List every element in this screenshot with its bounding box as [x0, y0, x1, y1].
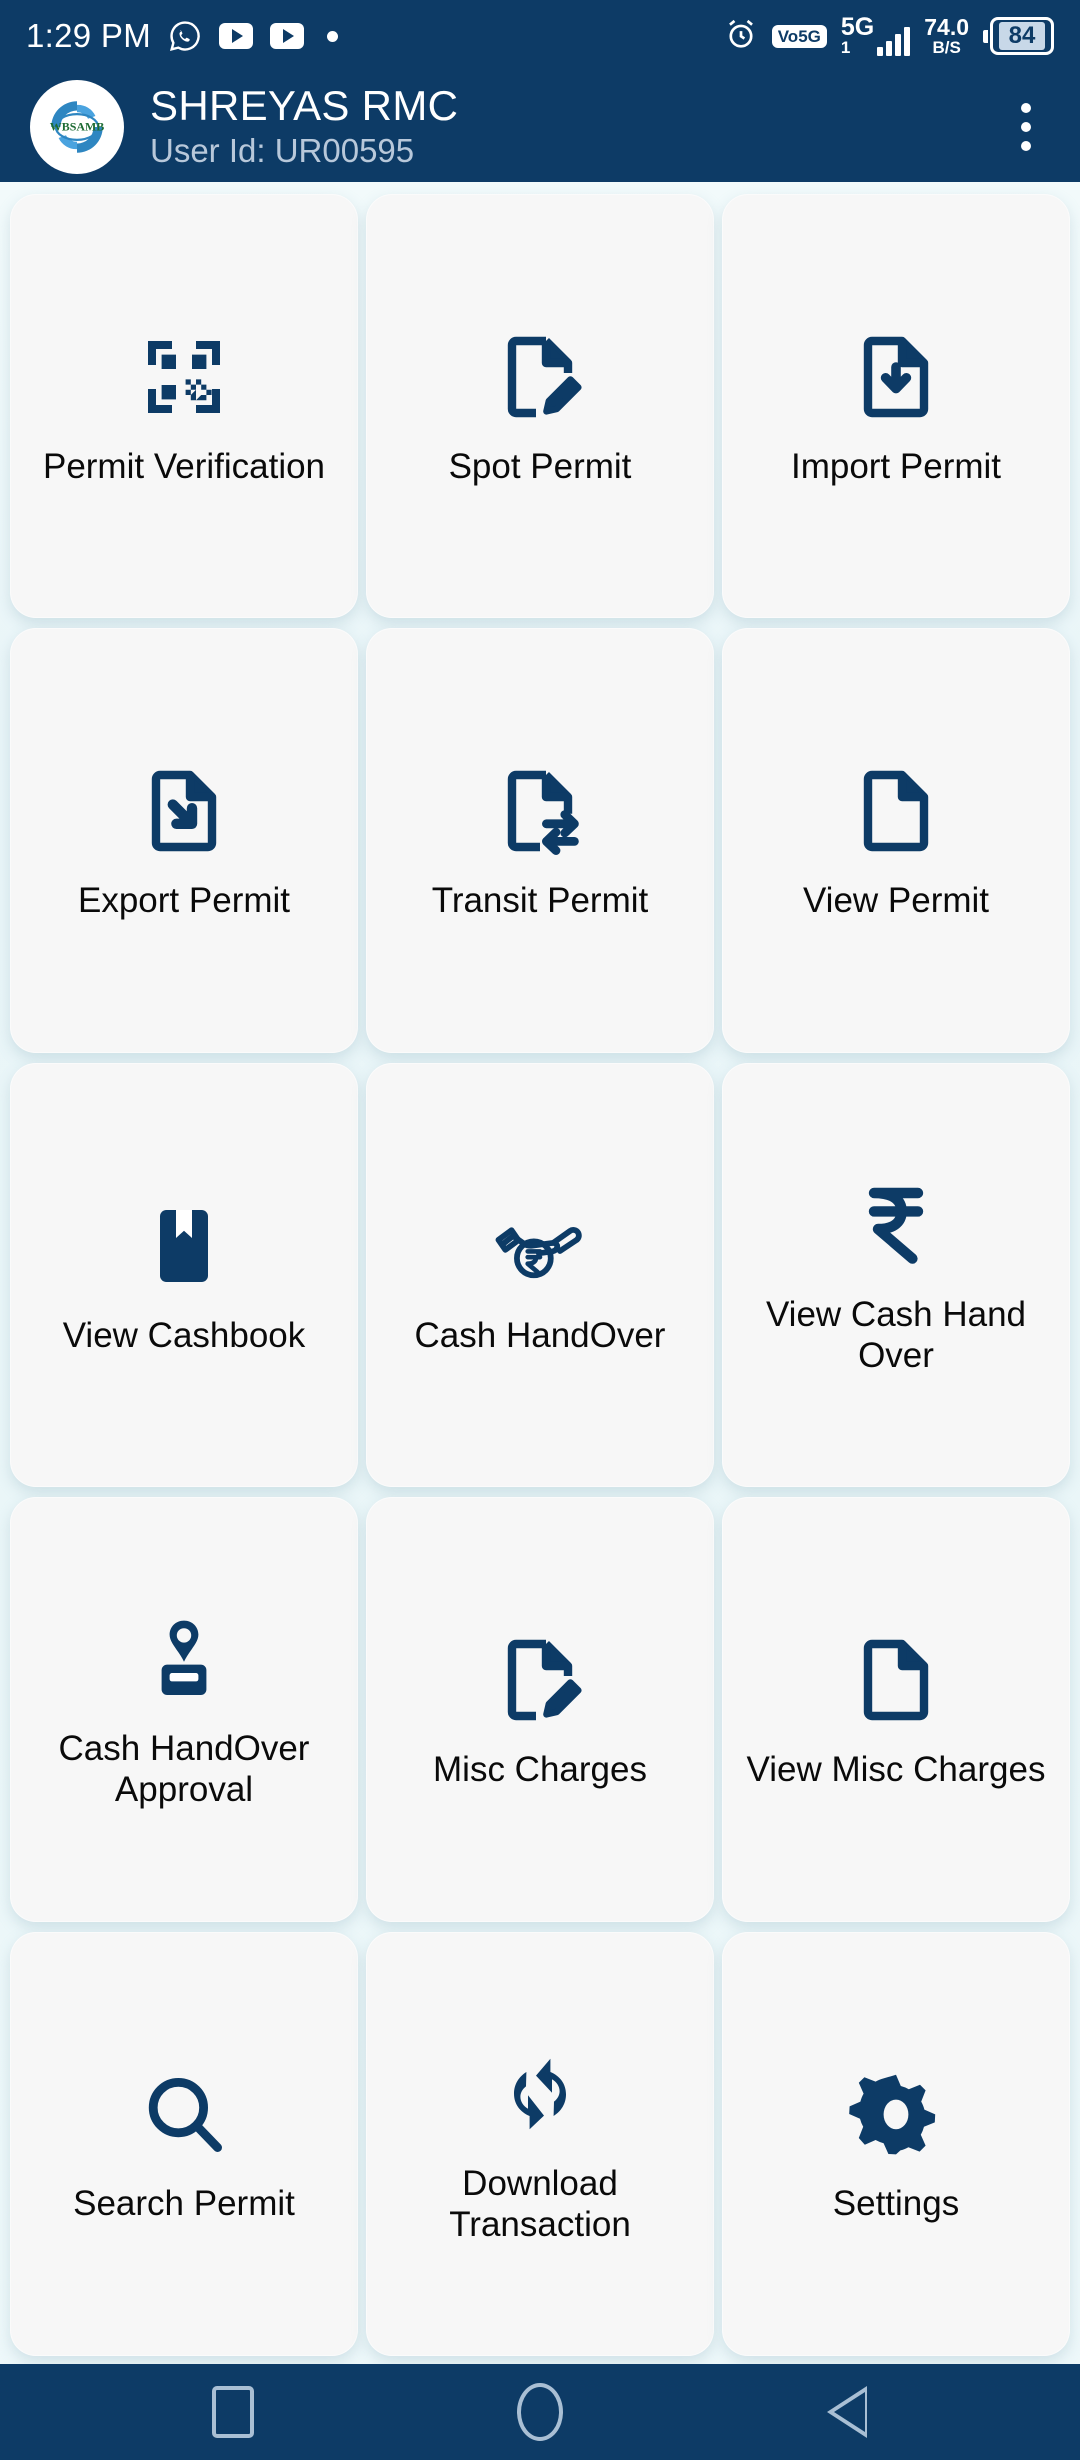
tile-label: View Cash Hand Over: [765, 1295, 1027, 1375]
network-arrow-label: 1: [840, 37, 851, 57]
rupee-icon: [848, 1169, 944, 1281]
tile-label: Export Permit: [78, 881, 290, 921]
app-bar: WBSAMB SHREYAS RMC User Id: UR00595: [0, 72, 1080, 182]
youtube-icon: [219, 23, 253, 49]
app-title-block: SHREYAS RMC User Id: UR00595: [150, 83, 458, 171]
status-bar: 1:29 PM Vo5G 5G 1 74.0 B/S 84: [0, 0, 1080, 72]
document-export-icon: [136, 755, 232, 867]
network-type-label: 5G: [840, 13, 875, 42]
tile-search-permit[interactable]: Search Permit: [10, 1931, 358, 2356]
status-bar-left: 1:29 PM: [26, 17, 338, 55]
alarm-icon: [724, 17, 758, 56]
battery-icon: 84: [983, 17, 1054, 55]
tile-view-permit[interactable]: View Permit: [722, 628, 1070, 1053]
signal-strength-icon: 5G 1: [840, 13, 911, 57]
magnifier-icon: [136, 2058, 232, 2170]
tile-label: Misc Charges: [433, 1749, 647, 1789]
tile-label: Cash HandOver: [414, 1315, 666, 1355]
qr-scan-icon: [136, 321, 232, 433]
sync-arrows-icon: [492, 2038, 588, 2150]
tile-label: Import Permit: [790, 446, 1002, 486]
tile-label: Settings: [832, 2184, 960, 2224]
document-icon: [848, 1624, 944, 1736]
tile-label: View Permit: [802, 881, 990, 921]
network-speed: 74.0 B/S: [924, 13, 969, 58]
youtube-icon: [270, 23, 304, 49]
android-nav-bar: [0, 2364, 1080, 2460]
tile-permit-verification[interactable]: Permit Verification: [10, 194, 358, 619]
home-circle-icon[interactable]: [495, 2367, 585, 2457]
status-time: 1:29 PM: [26, 17, 151, 54]
recents-square-icon[interactable]: [188, 2367, 278, 2457]
document-edit-icon: [492, 1624, 588, 1736]
back-triangle-icon[interactable]: [802, 2367, 892, 2457]
tile-spot-permit[interactable]: Spot Permit: [366, 194, 714, 619]
document-edit-icon: [492, 321, 588, 433]
tile-cash-handover-approval[interactable]: Cash HandOver Approval: [10, 1497, 358, 1922]
page-title: SHREYAS RMC: [150, 82, 459, 130]
tile-label: Cash HandOver Approval: [58, 1729, 310, 1810]
tile-cash-handover[interactable]: Cash HandOver: [366, 1062, 714, 1488]
hand-rupee-coin-icon: [490, 1190, 590, 1302]
kebab-menu-icon[interactable]: [1000, 91, 1052, 163]
gear-icon: [848, 2058, 944, 2170]
network-speed-value: 74.0: [924, 13, 969, 40]
network-speed-unit: B/S: [932, 38, 961, 58]
tile-import-permit[interactable]: Import Permit: [722, 194, 1070, 619]
tile-download-transaction[interactable]: Download Transaction: [366, 1931, 714, 2356]
whatsapp-icon: [168, 19, 202, 53]
tile-label: View Misc Charges: [746, 1749, 1046, 1789]
tile-export-permit[interactable]: Export Permit: [10, 628, 358, 1053]
tile-label: Spot Permit: [448, 446, 632, 486]
tile-label: Search Permit: [73, 2184, 295, 2224]
tile-label: Transit Permit: [431, 881, 649, 921]
document-transfer-icon: [492, 755, 588, 867]
tile-misc-charges[interactable]: Misc Charges: [366, 1497, 714, 1922]
stamp-icon: [136, 1603, 232, 1715]
wbsamb-logo-icon: WBSAMB: [30, 80, 124, 174]
logo-text: WBSAMB: [50, 120, 104, 134]
status-bar-right: Vo5G 5G 1 74.0 B/S 84: [724, 13, 1054, 58]
phone-screen: 1:29 PM Vo5G 5G 1 74.0 B/S 84 WBSAMB SHR…: [0, 0, 1080, 2460]
tile-label: View Cashbook: [62, 1315, 306, 1355]
tile-label: Permit Verification: [42, 446, 326, 486]
user-id-label: User Id: UR00595: [150, 132, 415, 170]
tile-view-cashbook[interactable]: View Cashbook: [10, 1062, 358, 1488]
tile-settings[interactable]: Settings: [722, 1931, 1070, 2356]
tile-transit-permit[interactable]: Transit Permit: [366, 628, 714, 1053]
document-icon: [848, 755, 944, 867]
dot-indicator-icon: [327, 30, 338, 42]
tile-view-cash-hand-over[interactable]: View Cash Hand Over: [722, 1062, 1070, 1488]
document-import-icon: [848, 321, 944, 433]
bookmark-book-icon: [136, 1190, 232, 1302]
volte-badge: Vo5G: [771, 24, 827, 48]
menu-grid: Permit Verification Spot Permit Import P…: [0, 182, 1080, 2364]
tile-label: Download Transaction: [449, 2163, 631, 2244]
tile-view-misc-charges[interactable]: View Misc Charges: [722, 1497, 1070, 1922]
battery-percent-label: 84: [999, 22, 1045, 50]
